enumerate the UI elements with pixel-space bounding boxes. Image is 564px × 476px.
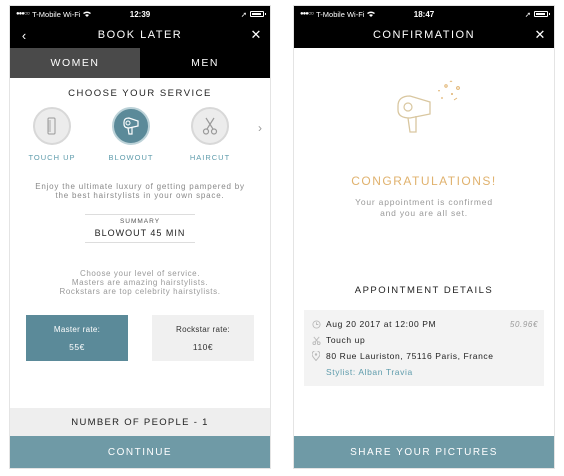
level-desc-line: Rockstars are top celebrity hairstylists… <box>59 287 221 296</box>
service-label: TOUCH UP <box>28 153 76 162</box>
confirmation-screen: ●●●○○ T-Mobile Wi-Fi 18:47 ➚ CONFIRMATIO… <box>294 6 554 468</box>
rate-name: Master rate: <box>53 324 101 334</box>
detail-stylist-row: Stylist: Alban Travia <box>312 364 538 380</box>
detail-datetime-row: Aug 20 2017 at 12:00 PM 50.96€ <box>312 316 538 332</box>
detail-datetime: Aug 20 2017 at 12:00 PM <box>326 319 437 329</box>
rate-selector: Master rate: 55€ Rockstar rate: 110€ <box>10 315 270 361</box>
confirmation-line: and you are all set. <box>380 208 468 218</box>
confirmation-message: Your appointment is confirmed and you ar… <box>294 197 554 219</box>
close-button[interactable]: ✕ <box>244 22 268 48</box>
level-description: Choose your level of service. Masters ar… <box>10 269 270 296</box>
detail-address: 80 Rue Lauriston, 75116 Paris, France <box>326 351 494 361</box>
detail-price: 50.96€ <box>509 319 538 329</box>
page-title: BOOK LATER <box>97 29 183 41</box>
nav-bar: ‹ BOOK LATER ✕ <box>10 22 270 48</box>
location-pin-icon <box>312 351 326 361</box>
clock-icon <box>312 319 326 329</box>
service-label: BLOWOUT <box>108 153 154 162</box>
detail-stylist[interactable]: Stylist: Alban Travia <box>326 367 413 377</box>
level-desc-line: Masters are amazing hairstylists. <box>71 278 209 287</box>
appointment-details-title: APPOINTMENT DETAILS <box>354 285 494 296</box>
comb-icon <box>33 107 71 145</box>
service-label: HAIRCUT <box>189 153 231 162</box>
scissors-icon <box>191 107 229 145</box>
rockstar-rate-button[interactable]: Rockstar rate: 110€ <box>152 315 254 361</box>
rate-price: 55€ <box>69 341 85 352</box>
detail-address-row: 80 Rue Lauriston, 75116 Paris, France <box>312 348 538 364</box>
booking-screen: ●●●○○ T-Mobile Wi-Fi 12:39 ➚ ‹ BOOK LATE… <box>10 6 270 468</box>
level-desc-line: Choose your level of service. <box>79 269 201 278</box>
summary-value: BLOWOUT 45 MIN <box>94 228 186 238</box>
rate-name: Rockstar rate: <box>176 324 230 334</box>
scissors-icon <box>312 336 326 345</box>
master-rate-button[interactable]: Master rate: 55€ <box>26 315 128 361</box>
detail-service-row: Touch up <box>312 332 538 348</box>
section-title: CHOOSE YOUR SERVICE <box>68 88 212 99</box>
summary-box: SUMMARY BLOWOUT 45 MIN <box>85 214 195 243</box>
summary-label: SUMMARY <box>119 218 161 225</box>
rate-price: 110€ <box>192 341 214 352</box>
back-button[interactable]: ‹ <box>12 22 36 48</box>
hair-dryer-icon <box>112 107 150 145</box>
service-haircut[interactable]: HAIRCUT <box>180 107 240 162</box>
nav-bar: CONFIRMATION ✕ <box>294 22 554 48</box>
continue-button[interactable]: CONTINUE <box>10 436 270 468</box>
service-blowout[interactable]: BLOWOUT <box>101 107 161 162</box>
chevron-right-icon[interactable]: › <box>258 121 262 135</box>
battery-icon <box>534 11 550 17</box>
number-of-people-selector[interactable]: NUMBER OF PEOPLE - 1 <box>10 408 270 436</box>
service-touch-up[interactable]: TOUCH UP <box>22 107 82 162</box>
status-bar: ●●●○○ T-Mobile Wi-Fi 12:39 ➚ <box>10 6 270 22</box>
page-title: CONFIRMATION <box>372 29 476 41</box>
status-time: 12:39 <box>129 9 151 19</box>
tab-men[interactable]: MEN <box>140 48 270 78</box>
service-description: Enjoy the ultimate luxury of getting pam… <box>35 182 245 200</box>
close-button[interactable]: ✕ <box>528 22 552 48</box>
tab-women[interactable]: WOMEN <box>10 48 140 78</box>
congratulations-heading: CONGRATULATIONS! <box>351 174 497 188</box>
detail-service: Touch up <box>326 335 366 345</box>
appointment-details: Aug 20 2017 at 12:00 PM 50.96€ Touch up … <box>304 310 544 386</box>
confirmation-line: Your appointment is confirmed <box>355 197 493 207</box>
share-pictures-button[interactable]: SHARE YOUR PICTURES <box>294 436 554 468</box>
battery-icon <box>250 11 266 17</box>
hair-dryer-celebration-icon <box>397 80 460 133</box>
gender-tabs: WOMEN MEN <box>10 48 270 78</box>
service-selector: TOUCH UP BLOWOUT HAIRCUT › <box>10 107 270 177</box>
status-bar: ●●●○○ T-Mobile Wi-Fi 18:47 ➚ <box>294 6 554 22</box>
status-time: 18:47 <box>413 9 435 19</box>
